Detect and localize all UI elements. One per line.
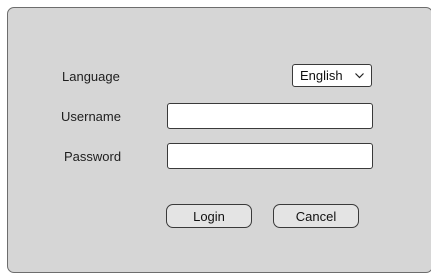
login-panel xyxy=(7,7,431,273)
cancel-button[interactable]: Cancel xyxy=(273,204,359,228)
language-select[interactable]: English xyxy=(292,64,372,87)
login-button[interactable]: Login xyxy=(166,204,252,228)
chevron-down-icon xyxy=(355,73,364,79)
language-label: Language xyxy=(62,69,120,84)
username-label: Username xyxy=(61,109,121,124)
language-select-value: English xyxy=(300,68,343,83)
username-input[interactable] xyxy=(167,103,373,129)
password-input[interactable] xyxy=(167,143,373,169)
password-label: Password xyxy=(64,149,122,164)
